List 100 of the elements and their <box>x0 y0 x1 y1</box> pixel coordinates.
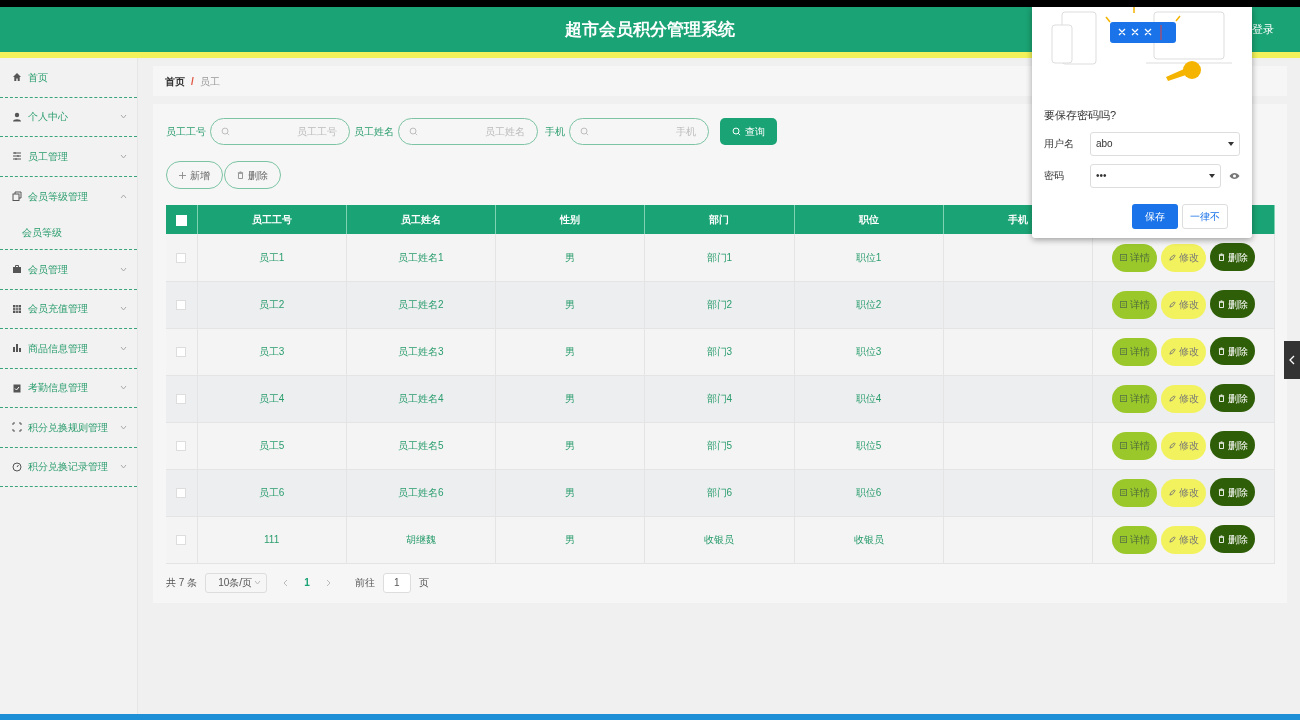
search-icon <box>732 127 741 136</box>
page-input[interactable]: 1 <box>382 572 411 593</box>
collapse-tab[interactable] <box>1284 341 1300 379</box>
delete-button[interactable]: 删除 <box>1210 431 1255 460</box>
page-size-select[interactable]: 10条/页 <box>205 572 268 593</box>
page-number[interactable]: 1 <box>304 575 310 590</box>
sidebar-item[interactable]: 个人中心 <box>0 97 137 137</box>
save-button[interactable]: 保存 <box>1132 203 1178 229</box>
row-checkbox[interactable] <box>176 488 187 499</box>
sidebar-item[interactable]: 积分兑换规则管理 <box>0 408 137 448</box>
details-button[interactable]: 详情 <box>1112 478 1157 507</box>
table-cell: 部门6 <box>706 487 733 498</box>
document-icon <box>1119 254 1127 261</box>
edit-button[interactable]: 修改 <box>1161 431 1206 460</box>
sidebar-item[interactable]: 商品信息管理 <box>0 329 137 369</box>
table-cell: 胡继魏 <box>405 534 436 545</box>
search-icon <box>221 127 230 136</box>
table-cell: 部门2 <box>706 299 733 310</box>
table-cell: 员工2 <box>258 299 285 310</box>
username-label: 用户名 <box>1044 137 1075 151</box>
table-cell: 男 <box>565 299 576 310</box>
document-icon <box>1119 348 1127 356</box>
column-header: 员工姓名 <box>400 214 441 225</box>
details-button[interactable]: 详情 <box>1112 525 1157 554</box>
sidebar-item[interactable]: 员工管理 <box>0 137 137 177</box>
delete-button[interactable]: 删除 <box>1210 384 1255 413</box>
details-button[interactable]: 详情 <box>1112 384 1157 413</box>
sidebar-subitem[interactable]: 会员等级 <box>0 216 137 249</box>
trash-icon <box>237 171 244 179</box>
table-cell: 部门4 <box>706 393 733 404</box>
clipboard-icon <box>12 382 22 393</box>
edit-button[interactable]: 修改 <box>1161 525 1206 554</box>
details-button[interactable]: 详情 <box>1112 243 1157 272</box>
row-checkbox[interactable] <box>176 394 187 405</box>
details-button[interactable]: 详情 <box>1112 431 1157 460</box>
delete-button[interactable]: 删除 <box>1210 243 1255 271</box>
prev-page-icon[interactable] <box>283 578 289 587</box>
password-select[interactable]: ••• <box>1090 163 1221 188</box>
eye-icon[interactable] <box>1229 171 1240 180</box>
edit-button[interactable]: 修改 <box>1161 243 1206 272</box>
trash-icon <box>1217 394 1225 403</box>
details-button[interactable]: 详情 <box>1112 290 1157 319</box>
delete-button[interactable]: 删除 <box>1210 478 1255 507</box>
field-label: 员工工号 <box>166 125 206 139</box>
breadcrumb-item: 员工 <box>199 74 220 89</box>
home-icon <box>12 72 22 83</box>
search-button[interactable]: 查询 <box>720 118 777 145</box>
table-cell: 男 <box>565 440 576 451</box>
edit-button[interactable]: 修改 <box>1161 290 1206 319</box>
field-label: 手机 <box>545 125 565 139</box>
select-all-checkbox[interactable] <box>175 214 187 226</box>
next-page-icon[interactable] <box>325 578 331 587</box>
row-checkbox[interactable] <box>176 535 187 546</box>
user-icon <box>12 111 22 122</box>
sidebar-item[interactable]: 会员充值管理 <box>0 289 137 329</box>
edit-button[interactable]: 修改 <box>1161 337 1206 366</box>
grid-icon <box>12 303 22 314</box>
column-header: 手机 <box>1007 214 1028 225</box>
document-icon <box>1119 536 1127 544</box>
document-icon <box>1119 489 1127 497</box>
pencil-icon <box>1168 254 1176 261</box>
sidebar-item[interactable]: 首页 <box>0 58 137 98</box>
breadcrumb-separator: / <box>191 74 194 89</box>
copy-icon <box>12 191 22 202</box>
table-cell: 员工1 <box>258 251 285 263</box>
scan-icon <box>12 422 22 433</box>
username-select[interactable]: abo <box>1090 131 1240 156</box>
row-checkbox[interactable] <box>176 300 187 311</box>
never-button[interactable]: 一律不 <box>1182 203 1228 229</box>
dropdown-icon <box>1209 173 1215 178</box>
sidebar-item[interactable]: 会员管理 <box>0 250 137 290</box>
delete-button[interactable]: 删除 <box>1210 337 1255 366</box>
delete-button[interactable]: 删除 <box>1210 290 1255 319</box>
details-button[interactable]: 详情 <box>1112 337 1157 366</box>
briefcase-icon <box>12 264 22 275</box>
trash-icon <box>1217 347 1225 356</box>
table-cell: 男 <box>565 251 576 263</box>
breadcrumb-item[interactable]: 首页 <box>165 73 185 89</box>
logout-link[interactable]: 登录 <box>1252 21 1274 38</box>
edit-button[interactable]: 修改 <box>1161 384 1206 413</box>
table-cell: 员工6 <box>258 487 285 498</box>
row-checkbox[interactable] <box>176 441 187 452</box>
pencil-icon <box>1168 489 1176 497</box>
table-cell: 男 <box>565 534 576 545</box>
row-checkbox[interactable] <box>176 347 187 358</box>
goto-label: 前往 <box>354 576 375 590</box>
plus-icon <box>179 171 186 179</box>
table-cell: 部门5 <box>706 440 733 451</box>
bar-chart-icon <box>12 343 22 354</box>
edit-button[interactable]: 修改 <box>1161 478 1206 507</box>
search-icon <box>580 127 589 136</box>
table-cell: 收银员 <box>704 534 735 545</box>
sidebar-item[interactable]: 积分兑换记录管理 <box>0 447 137 487</box>
sidebar-item[interactable]: 考勤信息管理 <box>0 368 137 408</box>
delete-button[interactable]: 删除 <box>1210 525 1255 554</box>
row-checkbox[interactable] <box>176 253 187 264</box>
password-label: 密码 <box>1044 169 1065 183</box>
table-cell: 职位3 <box>855 346 882 357</box>
pencil-icon <box>1168 301 1176 309</box>
sidebar-item[interactable]: 会员等级管理 <box>0 176 137 216</box>
